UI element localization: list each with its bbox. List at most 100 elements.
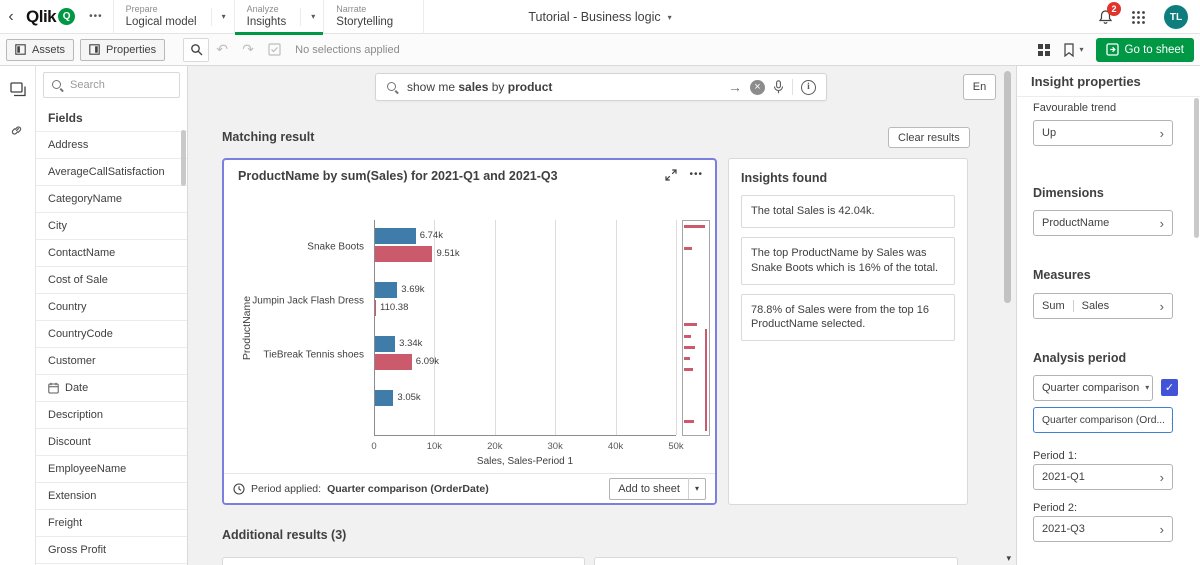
field-item[interactable]: City xyxy=(36,213,187,240)
field-item[interactable]: Address xyxy=(36,132,187,159)
field-item[interactable]: ContactName xyxy=(36,240,187,267)
topbar: ‹ Qlik Q ••• PrepareLogical model▾Analyz… xyxy=(0,0,1200,34)
nav-logical-model[interactable]: PrepareLogical model▾ xyxy=(113,0,234,34)
analysis-period-type-select[interactable]: Quarter comparison ▾ xyxy=(1033,375,1153,401)
info-icon[interactable]: i xyxy=(801,80,816,95)
sidebar-search-input[interactable] xyxy=(70,79,172,91)
chevron-right-icon: › xyxy=(1154,471,1164,484)
field-item[interactable]: Extension xyxy=(36,483,187,510)
properties-button[interactable]: Properties xyxy=(80,39,165,61)
field-item[interactable]: EmployeeName xyxy=(36,456,187,483)
nav-insights[interactable]: AnalyzeInsights▾ xyxy=(234,0,324,34)
chevron-down-icon: ▾ xyxy=(1080,45,1084,54)
query-text: show me xyxy=(407,80,458,94)
insight-search-bar[interactable]: show me sales by product → × i xyxy=(375,73,827,101)
field-label: Address xyxy=(48,139,88,151)
add-to-sheet-button[interactable]: Add to sheet ▾ xyxy=(609,478,706,500)
go-to-sheet-button[interactable]: Go to sheet xyxy=(1096,38,1194,62)
expand-icon[interactable] xyxy=(665,169,677,181)
measure-item[interactable]: Sum Sales › xyxy=(1033,293,1173,319)
field-item[interactable]: Gross Profit xyxy=(36,537,187,564)
scrollbar-thumb[interactable] xyxy=(1194,98,1199,238)
chart-card[interactable]: ProductName by sum(Sales) for 2021-Q1 an… xyxy=(222,158,717,505)
chart-plot[interactable]: 6.74k9.51k3.69k110.383.34k6.09k3.05k xyxy=(374,220,676,436)
undo-icon[interactable]: ↶ xyxy=(209,38,235,62)
bar-value-label: 3.34k xyxy=(399,336,422,352)
search-query[interactable]: show me sales by product xyxy=(407,80,720,94)
notifications-button[interactable]: 2 xyxy=(1098,9,1113,25)
bar[interactable] xyxy=(375,336,395,352)
field-item[interactable]: Discount xyxy=(36,429,187,456)
submit-arrow-icon[interactable]: → xyxy=(728,79,742,95)
axis-tick-label: 0 xyxy=(371,441,376,452)
clear-results-button[interactable]: Clear results xyxy=(888,127,970,148)
field-item[interactable]: Description xyxy=(36,402,187,429)
period1-label: Period 1: xyxy=(1033,450,1077,462)
analysis-period-item[interactable]: Quarter comparison (Ord... › xyxy=(1033,407,1173,433)
bar[interactable] xyxy=(375,282,397,298)
bookmark-button[interactable]: ▾ xyxy=(1063,43,1084,57)
nav-storytelling[interactable]: NarrateStorytelling xyxy=(323,0,424,34)
field-item[interactable]: CountryCode xyxy=(36,321,187,348)
field-item[interactable]: Country xyxy=(36,294,187,321)
chart-xticks: 010k20k30k40k50k xyxy=(374,441,676,453)
left-icon-strip xyxy=(0,66,36,565)
properties-title: Insight properties xyxy=(1031,74,1141,89)
insight-item: 78.8% of Sales were from the top 16 Prod… xyxy=(741,294,955,342)
bar-value-label: 9.51k xyxy=(436,246,459,262)
chevron-down-icon[interactable]: ▾ xyxy=(689,484,705,493)
more-menu-icon[interactable]: ••• xyxy=(89,11,103,22)
scroll-down-icon[interactable]: ▾ xyxy=(1006,553,1011,564)
app-switcher-button[interactable] xyxy=(1131,10,1146,25)
app-title-selector[interactable]: Tutorial - Business logic ▾ xyxy=(528,0,671,34)
links-panel-button[interactable] xyxy=(5,116,31,142)
chart-overview-strip[interactable] xyxy=(682,220,710,436)
language-button[interactable]: En xyxy=(963,74,996,100)
field-item[interactable]: Cost of Sale xyxy=(36,267,187,294)
bar[interactable] xyxy=(375,228,416,244)
assets-button[interactable]: Assets xyxy=(6,39,74,61)
bar[interactable] xyxy=(375,246,432,262)
sidebar-search[interactable] xyxy=(43,72,180,98)
period2-select[interactable]: 2021-Q3 › xyxy=(1033,516,1173,542)
additional-result-card[interactable] xyxy=(594,557,958,565)
field-item[interactable]: CategoryName xyxy=(36,186,187,213)
chart-more-icon[interactable]: ••• xyxy=(689,169,703,180)
bar[interactable] xyxy=(375,390,393,406)
field-item[interactable]: AverageCallSatisfaction xyxy=(36,159,187,186)
toolbar: Assets Properties ↶ ↷ No selections appl… xyxy=(0,34,1200,66)
dimension-item[interactable]: ProductName › xyxy=(1033,210,1173,236)
clear-selections-icon[interactable] xyxy=(261,38,287,62)
field-label: CategoryName xyxy=(48,193,122,205)
period1-select[interactable]: 2021-Q1 › xyxy=(1033,464,1173,490)
insight-advisor-search-button[interactable] xyxy=(183,38,209,62)
chevron-down-icon[interactable]: ▾ xyxy=(300,8,315,26)
back-chevron-icon[interactable]: ‹ xyxy=(0,8,22,26)
favourable-trend-select[interactable]: Up › xyxy=(1033,120,1173,146)
redo-icon[interactable]: ↷ xyxy=(235,38,261,62)
field-item[interactable]: Customer xyxy=(36,348,187,375)
bar[interactable] xyxy=(375,354,412,370)
field-item[interactable]: Freight xyxy=(36,510,187,537)
sidebar-scrollbar[interactable] xyxy=(181,130,186,186)
scrollbar-thumb[interactable] xyxy=(1004,71,1011,303)
qlik-logo[interactable]: Qlik Q xyxy=(26,7,75,27)
analysis-period-checkbox[interactable]: ✓ xyxy=(1161,379,1178,396)
props-scrollbar[interactable] xyxy=(1194,98,1199,561)
sheet-grid-icon[interactable] xyxy=(1037,43,1051,57)
bar[interactable] xyxy=(375,300,376,316)
sheets-panel-button[interactable] xyxy=(5,76,31,102)
x-axis-title: Sales, Sales-Period 1 xyxy=(374,456,676,467)
clear-search-icon[interactable]: × xyxy=(750,80,765,95)
axis-tick-label: 40k xyxy=(608,441,623,452)
field-label: City xyxy=(48,220,67,232)
nav-item-label: Storytelling xyxy=(336,15,393,29)
microphone-icon[interactable] xyxy=(773,80,784,94)
additional-result-card[interactable] xyxy=(222,557,585,565)
field-item[interactable]: Date xyxy=(36,375,187,402)
bookmark-icon xyxy=(1063,43,1075,57)
chevron-down-icon[interactable]: ▾ xyxy=(211,8,226,26)
main-scrollbar[interactable] xyxy=(1004,71,1011,549)
period2-label: Period 2: xyxy=(1033,502,1077,514)
avatar[interactable]: TL xyxy=(1164,5,1188,29)
